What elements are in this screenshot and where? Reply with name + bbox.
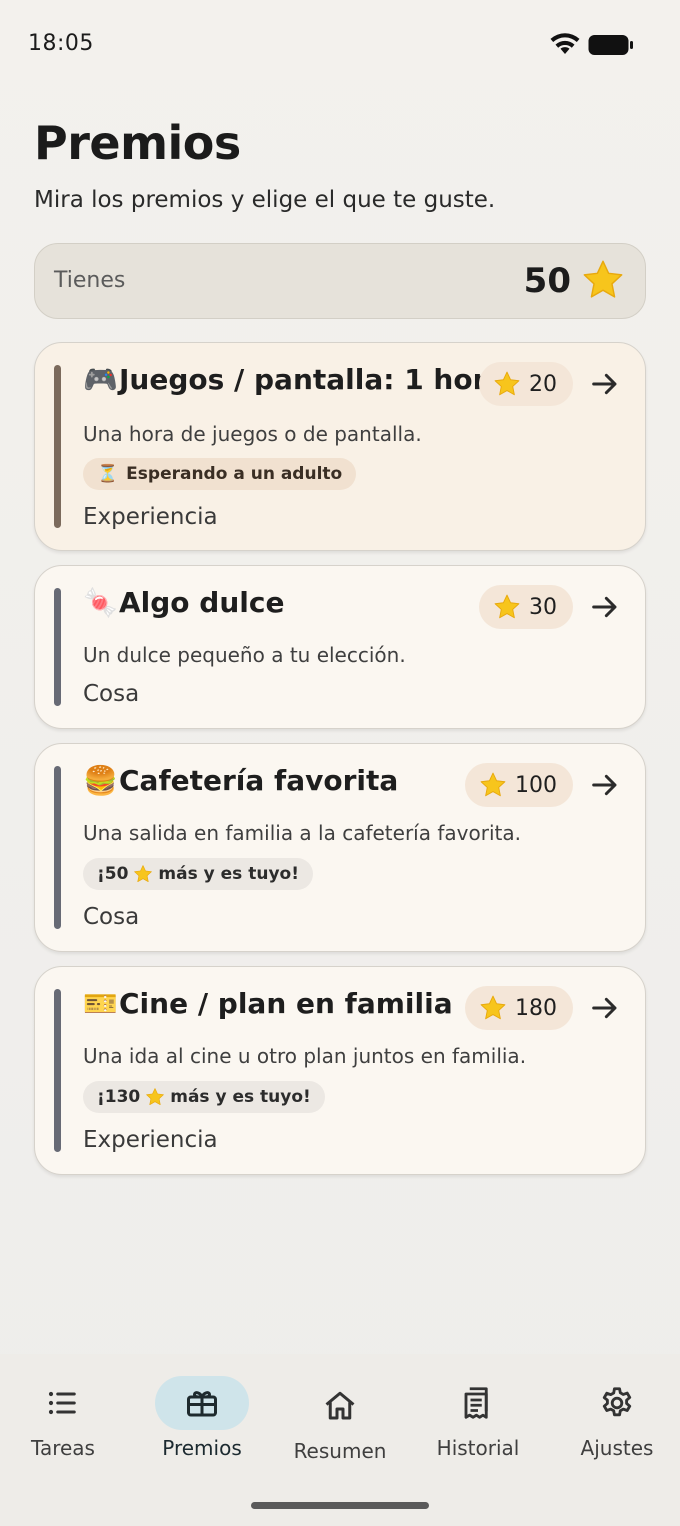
nav-label: Resumen — [293, 1439, 387, 1463]
nav-label: Premios — [162, 1436, 242, 1460]
bottom-navigation: Tareas Premios Resumen Historial Ajustes — [0, 1354, 680, 1526]
reward-card-cafeteria[interactable]: 🍔Cafetería favorita 100 Una salida en fa… — [34, 743, 646, 952]
ticket-icon: 🎫 — [83, 987, 118, 1020]
candy-icon: 🍬 — [83, 586, 118, 619]
home-indicator[interactable] — [251, 1502, 429, 1509]
page-title: Premios — [34, 116, 241, 170]
reward-cost: 20 — [479, 362, 573, 406]
reward-title: 🍬Algo dulce — [83, 586, 285, 619]
nav-item-historial[interactable]: Historial — [418, 1376, 538, 1476]
card-accent-bar — [54, 766, 61, 929]
reward-description: Una salida en familia a la cafetería fav… — [83, 821, 521, 845]
nav-item-tareas[interactable]: Tareas — [3, 1376, 123, 1476]
wifi-icon — [550, 33, 580, 54]
arrow-right-icon[interactable] — [589, 769, 621, 801]
reward-card-cine[interactable]: 🎫Cine / plan en familia 180 Una ida al c… — [34, 966, 646, 1175]
reward-card-algo-dulce[interactable]: 🍬Algo dulce 30 Un dulce pequeño a tu ele… — [34, 565, 646, 729]
nav-item-resumen[interactable]: Resumen — [280, 1379, 400, 1479]
arrow-right-icon[interactable] — [589, 591, 621, 623]
reward-cost: 30 — [479, 585, 573, 629]
reward-title: 🍔Cafetería favorita — [83, 764, 399, 797]
reward-title: 🎮Juegos / pantalla: 1 hora — [83, 363, 506, 396]
nav-item-premios[interactable]: Premios — [142, 1376, 262, 1476]
balance-amount: 50 — [523, 261, 571, 301]
card-accent-bar — [54, 588, 61, 706]
nav-label: Historial — [436, 1436, 520, 1460]
nav-label: Ajustes — [580, 1436, 654, 1460]
gift-icon — [155, 1376, 249, 1430]
rewards-screen: 18:05 Premios Mira los premios y elige e… — [0, 0, 680, 1526]
star-balance: Tienes 50 — [34, 243, 646, 319]
reward-description: Una ida al cine u otro plan juntos en fa… — [83, 1044, 527, 1068]
star-icon — [479, 994, 507, 1022]
star-icon — [145, 1087, 165, 1107]
burger-icon: 🍔 — [83, 764, 118, 797]
stars-missing-badge: ¡50 más y es tuyo! — [83, 858, 313, 890]
page-subtitle: Mira los premios y elige el que te guste… — [34, 187, 496, 213]
status-bar: 18:05 — [0, 0, 680, 88]
gamepad-icon: 🎮 — [83, 363, 118, 396]
nav-item-ajustes[interactable]: Ajustes — [557, 1376, 677, 1476]
hourglass-icon: ⏳ — [97, 464, 119, 484]
arrow-right-icon[interactable] — [589, 368, 621, 400]
status-badge: ⏳ Esperando a un adulto — [83, 458, 357, 490]
card-accent-bar — [54, 365, 61, 528]
reward-description: Un dulce pequeño a tu elección. — [83, 643, 406, 667]
list-icon — [16, 1376, 110, 1430]
receipt-icon — [431, 1376, 525, 1430]
battery-icon — [588, 35, 633, 55]
card-accent-bar — [54, 989, 61, 1152]
reward-description: Una hora de juegos o de pantalla. — [83, 422, 422, 446]
arrow-right-icon[interactable] — [589, 992, 621, 1024]
reward-cost: 180 — [465, 986, 573, 1030]
reward-category: Cosa — [83, 681, 140, 707]
nav-label: Tareas — [31, 1436, 95, 1460]
balance-label: Tienes — [54, 268, 126, 293]
reward-cost: 100 — [465, 763, 573, 807]
reward-title: 🎫Cine / plan en familia — [83, 987, 453, 1020]
status-time: 18:05 — [28, 31, 94, 56]
reward-category: Cosa — [83, 904, 140, 930]
reward-card-juegos[interactable]: 🎮Juegos / pantalla: 1 hora 20 Una hora d… — [34, 342, 646, 551]
reward-category: Experiencia — [83, 1127, 218, 1153]
star-icon — [479, 771, 507, 799]
star-icon — [493, 370, 521, 398]
star-icon — [581, 258, 625, 302]
stars-missing-badge: ¡130 más y es tuyo! — [83, 1081, 325, 1113]
gear-icon — [570, 1376, 664, 1430]
home-icon — [293, 1379, 387, 1433]
star-icon — [493, 593, 521, 621]
reward-category: Experiencia — [83, 504, 218, 530]
star-icon — [133, 864, 153, 884]
